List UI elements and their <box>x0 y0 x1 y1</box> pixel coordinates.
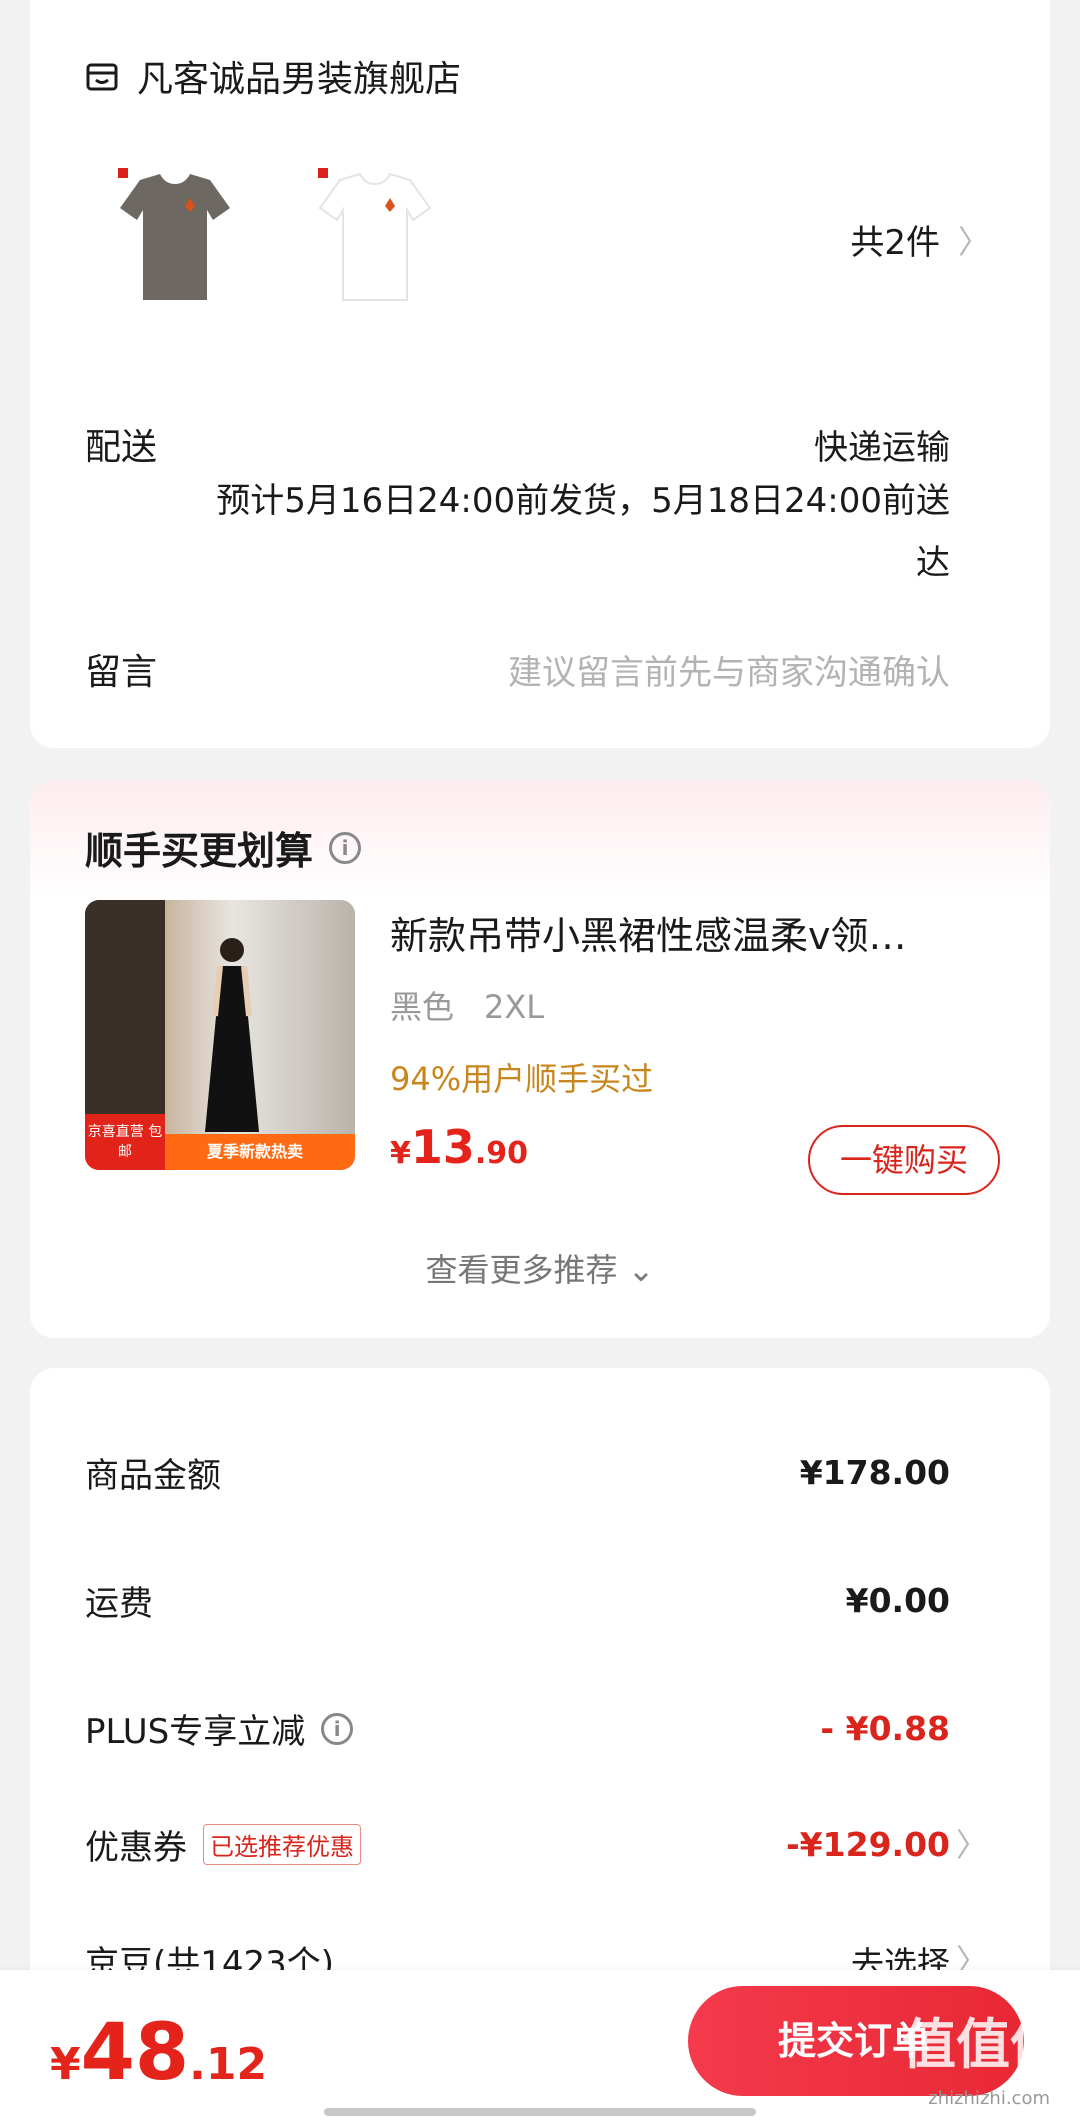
product-thumbnail-grey-tshirt[interactable] <box>85 150 245 310</box>
goods-amount-row: 商品金额 ¥178.00 <box>85 1448 950 1497</box>
recommended-product-price: ¥13.90 <box>390 1120 528 1174</box>
delivery-method[interactable]: 快递运输 <box>814 420 950 469</box>
plus-discount-row: PLUS专享立减 i - ¥0.88 <box>85 1704 950 1753</box>
coupon-left: 优惠券 已选推荐优惠 <box>85 1820 361 1869</box>
price-decimal: .90 <box>474 1136 529 1171</box>
store-icon <box>86 63 118 91</box>
social-proof: 94%用户顺手买过 <box>390 1060 654 1098</box>
plus-discount-label: PLUS专享立减 <box>85 1712 306 1752</box>
shipping-fee-row: 运费 ¥0.00 <box>85 1576 950 1625</box>
plus-discount-value: - ¥0.88 <box>820 1709 950 1748</box>
recommended-product-image[interactable]: 京喜直营 包邮 夏季新款热卖 <box>85 900 355 1170</box>
total-decimal: .12 <box>189 2039 268 2090</box>
more-recommendations-link[interactable]: 查看更多推荐 ⌄ <box>30 1245 1050 1291</box>
image-badge: 京喜直营 包邮 <box>85 1114 165 1170</box>
plus-discount-left: PLUS专享立减 i <box>85 1704 354 1753</box>
info-icon[interactable]: i <box>329 831 362 864</box>
coupon-value: -¥129.00 <box>785 1825 950 1864</box>
recommended-product-spec: 黑色 2XL <box>390 982 544 1028</box>
image-banner-text: 夏季新款热卖 <box>206 1142 303 1161</box>
coupon-row[interactable]: 优惠券 已选推荐优惠 -¥129.00 <box>85 1820 950 1869</box>
store-name: 凡客诚品男装旗舰店 <box>137 59 462 100</box>
recommendation-title: 顺手买更划算 <box>85 829 314 873</box>
spec-color: 黑色 <box>390 988 455 1026</box>
watermark-site: zhizhizhi.com <box>928 2088 1050 2109</box>
recommendation-card: 顺手买更划算 i 京喜直营 包邮 夏季新款热卖 新款吊带小黑裙性感温柔v领… 黑… <box>30 780 1050 1338</box>
total-integer: 48 <box>80 2008 190 2098</box>
dress-figure <box>205 938 259 1132</box>
shipping-fee-label: 运费 <box>85 1584 153 1624</box>
watermark-logo: 值值值 <box>902 2013 1064 2076</box>
note-input[interactable]: 建议留言前先与商家沟通确认 <box>508 645 950 694</box>
coupon-selected-tag: 已选推荐优惠 <box>203 1824 361 1865</box>
delivery-estimate: 预计5月16日24:00前发货，5月18日24:00前送达 <box>216 481 950 583</box>
one-click-buy-button[interactable]: 一键购买 <box>808 1125 1000 1195</box>
recommendation-title-row: 顺手买更划算 i <box>85 820 362 875</box>
delivery-label: 配送 <box>85 427 158 468</box>
price-integer: 13 <box>410 1120 475 1174</box>
store-header[interactable]: 凡客诚品男装旗舰店 <box>85 50 461 102</box>
image-background <box>85 900 165 1130</box>
goods-amount-value: ¥178.00 <box>799 1453 950 1492</box>
recommended-product-name[interactable]: 新款吊带小黑裙性感温柔v领… <box>390 905 970 960</box>
product-thumbnail-white-tshirt[interactable] <box>285 150 445 310</box>
home-indicator[interactable] <box>324 2108 756 2116</box>
item-count-label: 共2件 <box>850 223 940 263</box>
order-total: ¥48.12 <box>50 2008 267 2098</box>
total-currency: ¥ <box>50 2039 81 2090</box>
price-currency: ¥ <box>390 1136 411 1171</box>
spec-size: 2XL <box>484 988 545 1026</box>
note-label: 留言 <box>85 652 158 693</box>
chevron-right-icon: 〉 <box>957 222 990 261</box>
item-count-link[interactable]: 共2件 〉 <box>850 215 990 264</box>
info-icon[interactable]: i <box>321 1712 354 1745</box>
goods-amount-label: 商品金额 <box>85 1456 221 1496</box>
store-order-card: 凡客诚品男装旗舰店 共2件 〉 配送 快递运输 预计5月16日24:00前发货，… <box>30 0 1050 748</box>
coupon-label: 优惠券 <box>85 1828 187 1868</box>
chevron-right-icon[interactable]: 〉 <box>956 1820 988 1866</box>
shipping-fee-value: ¥0.00 <box>845 1581 950 1620</box>
